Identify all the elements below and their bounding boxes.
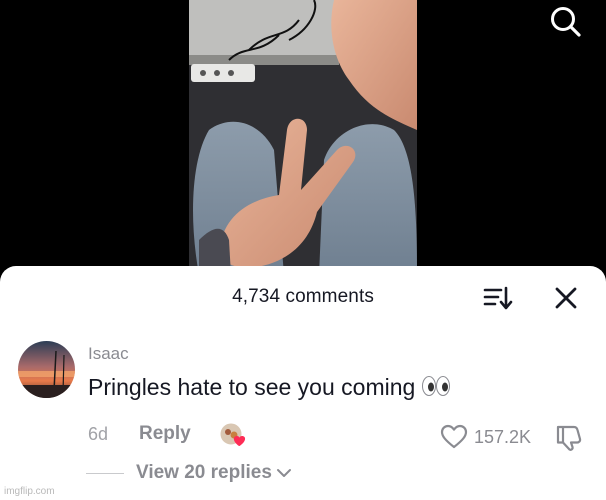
video-player[interactable] bbox=[0, 0, 606, 285]
replies-divider bbox=[86, 472, 124, 474]
dislike-button[interactable] bbox=[554, 422, 584, 452]
video-thumbnail-image bbox=[189, 0, 417, 275]
reply-button[interactable]: Reply bbox=[139, 423, 191, 445]
creator-liked-badge bbox=[218, 422, 248, 450]
close-button[interactable] bbox=[552, 284, 580, 312]
like-button[interactable]: 157.2K bbox=[440, 422, 531, 452]
comment-text: Pringles hate to see you coming bbox=[88, 374, 451, 403]
thumbs-down-icon bbox=[556, 425, 582, 451]
avatar-image bbox=[18, 341, 75, 398]
close-icon bbox=[555, 287, 577, 309]
comment-age: 6d bbox=[88, 424, 109, 444]
like-count: 157.2K bbox=[474, 426, 532, 447]
avatar[interactable] bbox=[18, 341, 75, 398]
video-frame[interactable] bbox=[189, 0, 417, 275]
chevron-down-icon bbox=[276, 469, 291, 477]
comment-item: Isaac Pringles hate to see you coming 6d… bbox=[0, 338, 606, 498]
comment-username[interactable]: Isaac bbox=[88, 344, 129, 364]
comment-text-content: Pringles hate to see you coming bbox=[88, 374, 416, 400]
view-replies-button[interactable]: View 20 replies bbox=[136, 462, 272, 484]
watermark: imgflip.com bbox=[4, 486, 55, 497]
comment-actions: 6d Reply 157.2K bbox=[0, 422, 606, 454]
sort-icon bbox=[483, 286, 513, 310]
comment-count: 4,734 comments bbox=[232, 286, 374, 307]
view-replies-row: View 20 replies bbox=[86, 458, 293, 488]
comments-sheet: 4,734 comments Isaac Pringles hate to se… bbox=[0, 266, 606, 500]
search-button[interactable] bbox=[548, 4, 584, 40]
heart-outline-icon bbox=[440, 424, 468, 449]
comments-header: 4,734 comments bbox=[0, 266, 606, 326]
creator-avatar-heart-icon bbox=[219, 422, 246, 446]
eyes-emoji-icon bbox=[421, 375, 451, 403]
search-icon bbox=[551, 7, 581, 37]
sort-button[interactable] bbox=[482, 283, 514, 313]
